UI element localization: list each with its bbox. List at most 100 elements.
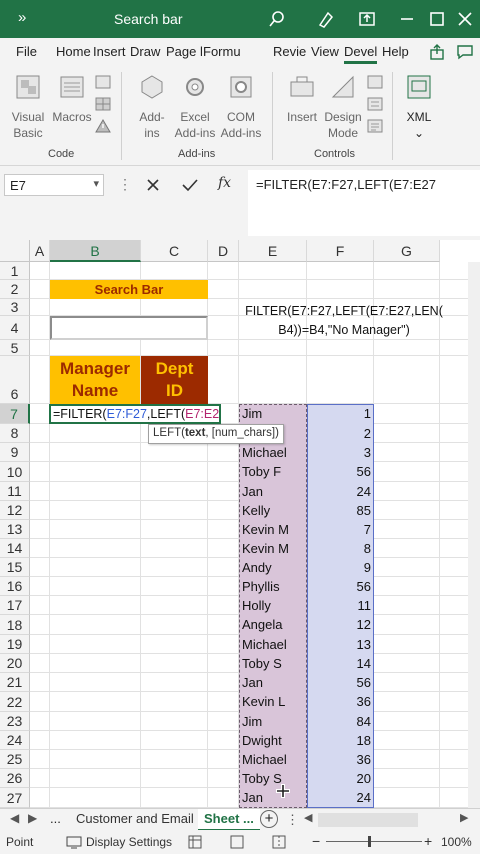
manager-name-cell[interactable]: Dwight [242,733,282,752]
tab-page-layout[interactable]: Page l [166,44,203,59]
row-header-15[interactable]: 15 [0,558,30,577]
row-header-8[interactable]: 8 [0,424,30,443]
macro-security-icon[interactable] [94,118,112,134]
manager-name-cell[interactable]: Holly [242,598,271,617]
row-header-19[interactable]: 19 [0,635,30,654]
zoom-in-icon[interactable]: + [424,833,432,849]
manager-name-cell[interactable]: Toby F [242,464,281,484]
row-header-27[interactable]: 27 [0,788,30,808]
row-header-23[interactable]: 23 [0,712,30,731]
row-header-13[interactable]: 13 [0,520,30,539]
column-header-d[interactable]: D [208,240,239,262]
dept-id-cell[interactable]: 85 [307,503,371,518]
vertical-scrollbar[interactable] [468,262,480,808]
row-header-14[interactable]: 14 [0,539,30,558]
row-header-16[interactable]: 16 [0,577,30,596]
row-header-11[interactable]: 11 [0,482,30,501]
row-header-17[interactable]: 17 [0,596,30,615]
horizontal-scrollbar[interactable] [318,813,418,827]
dept-id-cell[interactable]: 9 [307,560,371,575]
dept-id-cell[interactable]: 14 [307,656,371,671]
more-options-icon[interactable]: ⋮ [118,176,132,193]
dept-id-cell[interactable]: 36 [307,752,371,767]
dept-id-cell[interactable]: 36 [307,694,371,709]
search-icon[interactable] [268,10,286,28]
row-header-4[interactable]: 4 [0,316,30,340]
design-mode-button[interactable]: Design Mode [322,72,364,141]
row-header-9[interactable]: 9 [0,443,30,462]
xml-button[interactable]: XML ⌄ [402,72,436,141]
tab-review[interactable]: Revie [273,44,306,59]
row-header-20[interactable]: 20 [0,654,30,673]
quick-access-expand-icon[interactable]: » [18,9,26,26]
tab-help[interactable]: Help [382,44,409,59]
manager-name-cell[interactable]: Andy [242,560,272,579]
row-header-24[interactable]: 24 [0,731,30,750]
column-header-e[interactable]: E [239,240,307,262]
display-settings-button[interactable]: Display Settings [86,835,172,849]
close-icon[interactable] [456,10,474,28]
enter-check-icon[interactable] [181,177,199,193]
tabs-more-icon[interactable]: ⋮ [286,812,299,828]
manager-name-cell[interactable]: Michael [242,637,287,656]
visual-basic-button[interactable]: Visual Basic [8,72,48,141]
dept-id-cell[interactable]: 3 [307,445,371,460]
more-sheets-left[interactable]: ... [50,811,61,826]
properties-icon[interactable] [366,74,384,90]
row-header-21[interactable]: 21 [0,673,30,692]
row-header-18[interactable]: 18 [0,615,30,635]
zoom-level[interactable]: 100% [441,835,472,849]
tab-customer-and-email[interactable]: Customer and Email [76,811,194,826]
column-header-b[interactable]: B [50,240,141,262]
tab-view[interactable]: View [311,44,339,59]
macros-button[interactable]: Macros [52,72,92,125]
dept-id-cell[interactable]: 8 [307,541,371,556]
formula-input[interactable]: =FILTER(E7:F27,LEFT(E7:E27 [248,170,480,236]
dept-id-cell[interactable]: 56 [307,464,371,479]
tab-draw[interactable]: Draw [130,44,160,59]
manager-name-cell[interactable]: Phyllis [242,579,280,598]
insert-function-icon[interactable]: fx [218,175,231,191]
comments-icon[interactable] [456,43,474,61]
row-header-12[interactable]: 12 [0,501,30,520]
tab-file[interactable]: File [16,44,37,59]
manager-name-cell[interactable]: Jan [242,790,263,808]
row-header-10[interactable]: 10 [0,462,30,482]
tab-insert[interactable]: Insert [93,44,126,59]
com-add-ins-button[interactable]: COM Add-ins [218,72,264,141]
tab-developer[interactable]: Devel [344,44,378,64]
manager-name-cell[interactable]: Michael [242,445,287,464]
run-dialog-icon[interactable] [366,118,384,134]
row-header-3[interactable]: 3 [0,299,30,316]
dept-id-cell[interactable]: 84 [307,714,371,729]
maximize-icon[interactable] [428,10,446,28]
view-code-icon[interactable] [366,96,384,112]
row-header-2[interactable]: 2 [0,280,30,299]
dept-id-cell[interactable]: 20 [307,771,371,786]
normal-view-icon[interactable] [188,835,202,849]
dept-id-cell[interactable]: 12 [307,617,371,632]
row-header-6[interactable]: 6 [0,356,30,404]
row-header-22[interactable]: 22 [0,692,30,712]
dept-id-cell[interactable]: 1 [307,406,371,421]
active-cell-editor[interactable]: =FILTER(E7:F27,LEFT(E7:E27 [49,404,221,424]
dept-id-cell[interactable]: 2 [307,426,371,441]
row-header-5[interactable]: 5 [0,340,30,356]
minimize-icon[interactable] [398,10,416,28]
dept-id-cell[interactable]: 24 [307,790,371,805]
tab-home[interactable]: Home [56,44,91,59]
scroll-right-icon[interactable]: ▶ [460,811,468,824]
cancel-icon[interactable] [145,177,161,193]
zoom-out-icon[interactable]: − [312,833,320,849]
tab-active-sheet[interactable]: Sheet ... [198,809,260,831]
manager-name-cell[interactable]: Angela [242,617,282,637]
record-macro-icon[interactable] [94,74,112,90]
manager-name-cell[interactable]: Michael [242,752,287,771]
scroll-left-icon[interactable]: ◀ [304,811,312,824]
manager-name-cell[interactable]: Kevin M [242,541,289,560]
zoom-slider-handle[interactable] [368,836,371,847]
share-icon[interactable] [428,43,446,61]
dept-id-cell[interactable]: 11 [307,598,372,613]
column-header-g[interactable]: G [374,240,440,262]
relative-references-icon[interactable] [94,96,112,112]
